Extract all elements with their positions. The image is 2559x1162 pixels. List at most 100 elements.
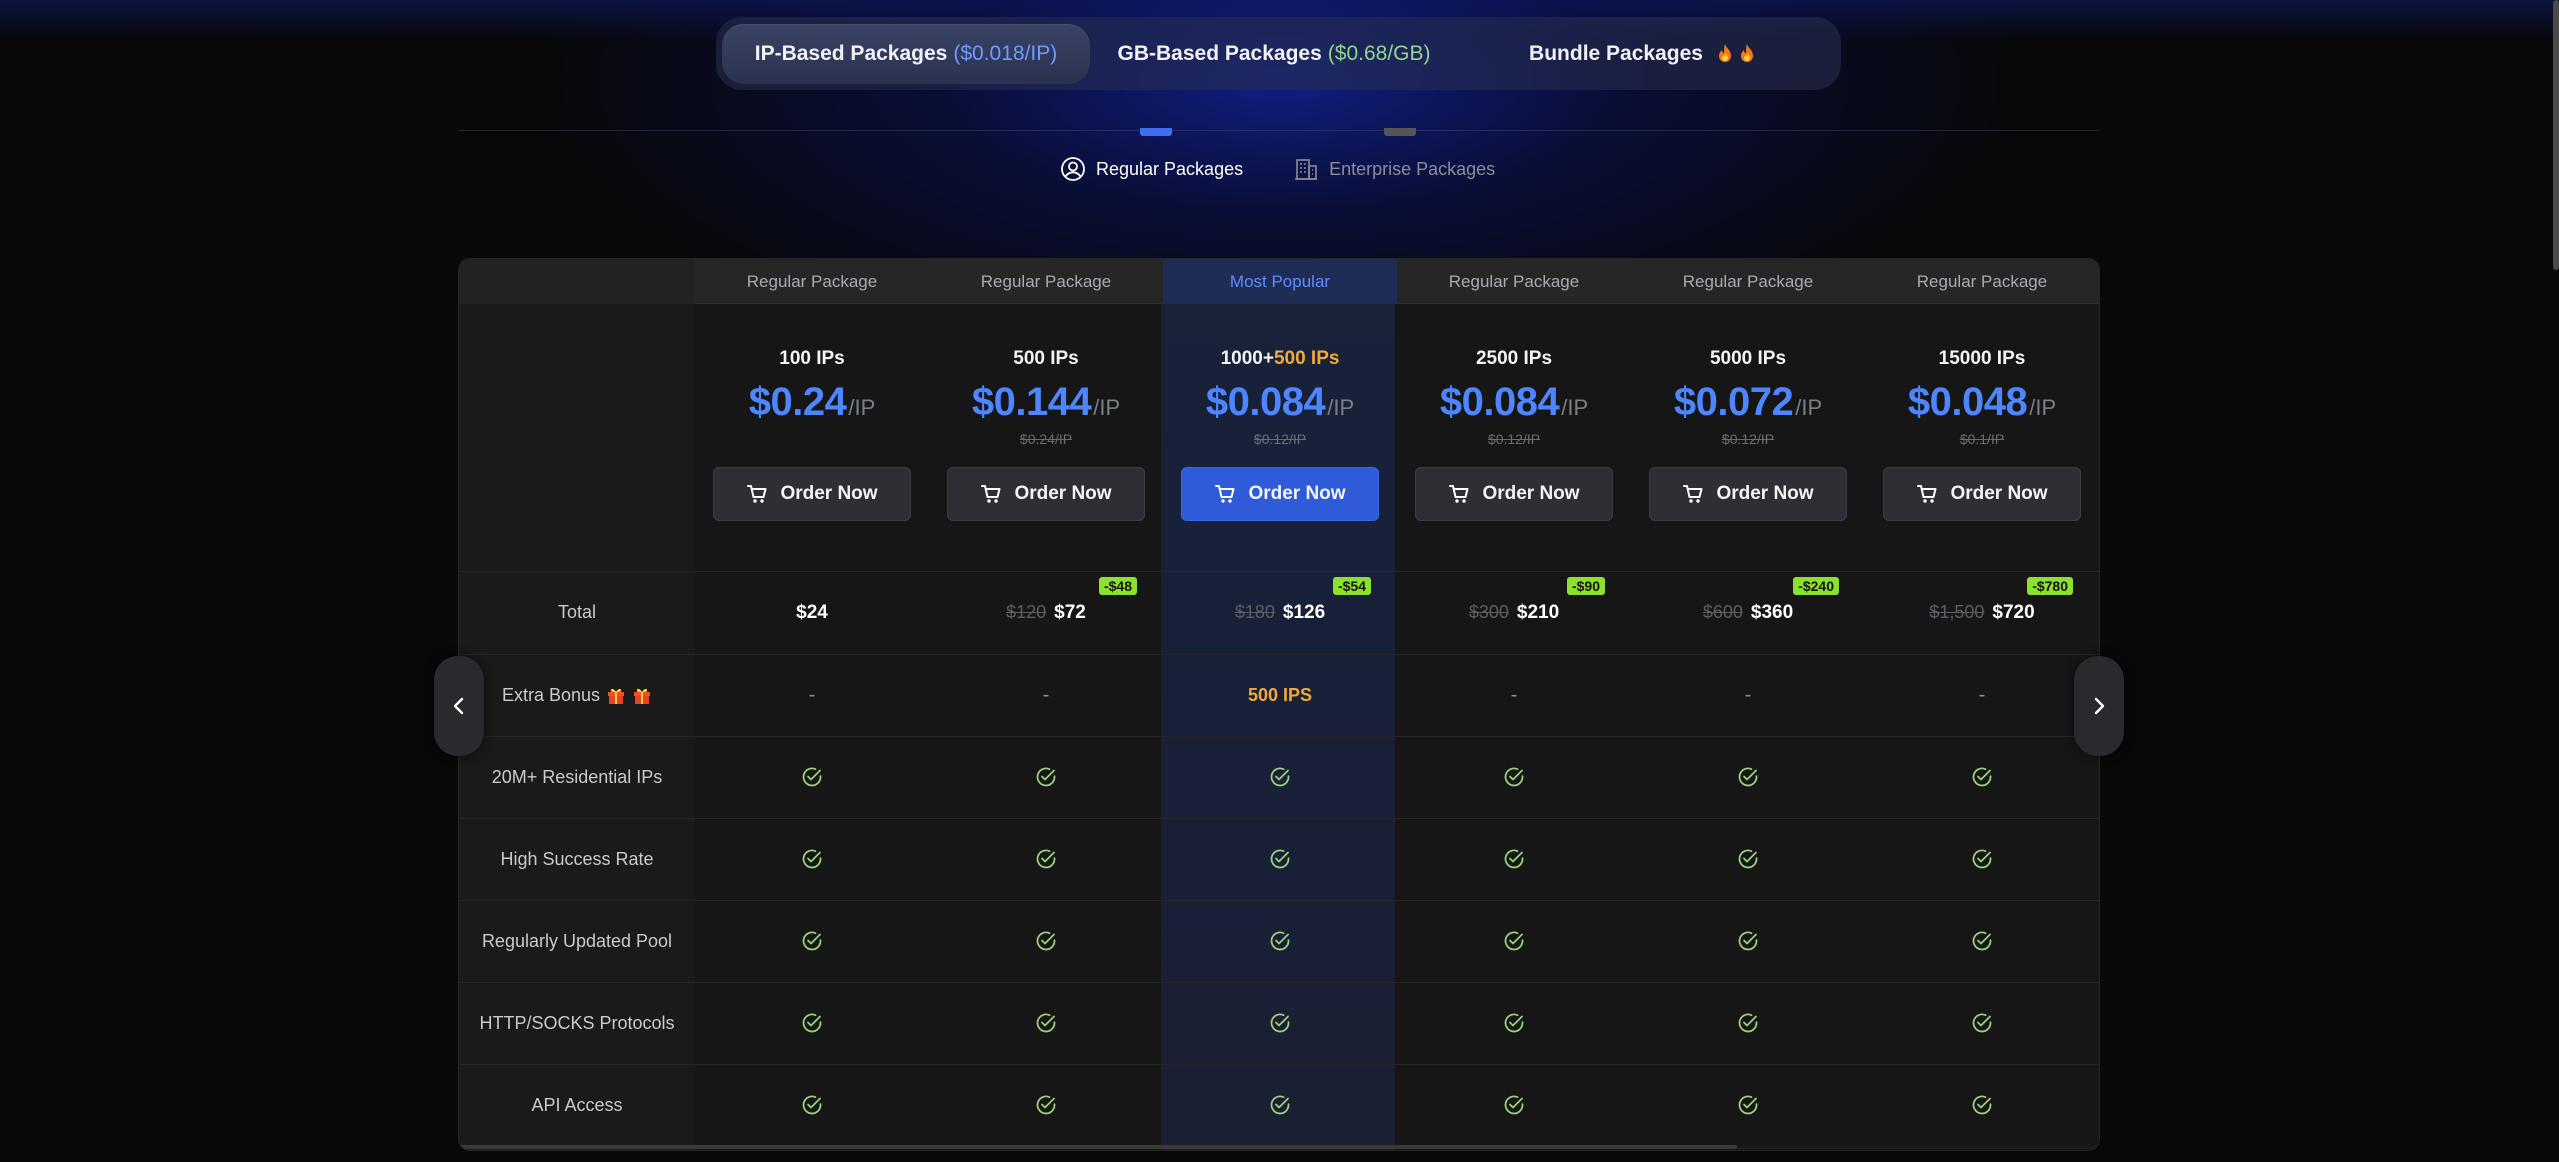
package-price: $0.072/IP (1674, 380, 1822, 425)
check-circle-icon (1738, 1013, 1758, 1033)
total-cell: $300 $210 -$90 (1397, 571, 1631, 654)
extra-bonus-cell: - (1631, 654, 1865, 736)
order-now-label: Order Now (780, 483, 878, 504)
feature-check-cell (1865, 982, 2099, 1064)
tab-enterprise-packages[interactable]: Enterprise Packages (1293, 156, 1495, 182)
check-circle-icon (1504, 1095, 1524, 1115)
row-label-feature: HTTP/SOCKS Protocols (479, 1012, 675, 1033)
check-circle-icon (802, 849, 822, 869)
check-circle-icon (1504, 849, 1524, 869)
gift-icon (608, 688, 625, 704)
chevron-left-icon (453, 697, 464, 715)
package-old-price: $0.24/IP (1019, 431, 1073, 447)
package-ips-count: 2500 IPs (1475, 348, 1553, 369)
check-circle-icon (1972, 931, 1992, 951)
sub-package-tabs: Regular Packages Enterprise Packages (1060, 154, 1495, 184)
check-circle-icon (1036, 767, 1056, 787)
order-now-button[interactable]: Order Now (713, 467, 911, 521)
extra-bonus-value: 500 IPS (1247, 684, 1313, 705)
fire-icon (1718, 43, 1731, 62)
row-label-feature: API Access (531, 1094, 623, 1115)
feature-check-cell (695, 982, 929, 1064)
tab-ip-based-label: IP-Based Packages (754, 41, 948, 65)
section-divider (458, 130, 2100, 131)
cart-icon (747, 485, 767, 503)
feature-check-cell (929, 982, 1163, 1064)
extra-bonus-value: - (1042, 683, 1050, 706)
feature-check-cell (929, 736, 1163, 818)
order-now-button[interactable]: Order Now (1649, 467, 1847, 521)
feature-check-cell (1865, 1064, 2099, 1146)
check-circle-icon (802, 931, 822, 951)
total-price: $126 (1282, 601, 1326, 623)
package-price: $0.084/IP (1206, 380, 1354, 425)
row-label-total: Total (557, 602, 597, 622)
feature-check-cell (929, 900, 1163, 982)
check-circle-icon (1504, 767, 1524, 787)
total-price: $210 (1516, 601, 1560, 623)
check-circle-icon (1036, 1013, 1056, 1033)
tab-ip-based[interactable]: IP-Based Packages ($0.018/IP) (722, 23, 1090, 84)
total-cell: $600 $360 -$240 (1631, 571, 1865, 654)
feature-check-cell (695, 736, 929, 818)
feature-check-cell (1631, 982, 1865, 1064)
package-price-unit: /IP (1795, 395, 1823, 420)
tab-bundle[interactable]: Bundle Packages (1458, 24, 1828, 84)
package-type-tabs: IP-Based Packages ($0.018/IP) GB-Based P… (716, 17, 1841, 90)
package-header: Regular Package (1916, 271, 2048, 291)
package-card: 2500 IPs $0.084/IP $0.12/IP Order Now (1397, 304, 1631, 616)
row-label-extra-bonus: Extra Bonus (459, 654, 695, 736)
package-ips: 2500 IPs (1476, 348, 1552, 370)
total-cell: $24 (695, 571, 929, 654)
package-ips-count: 5000 IPs (1709, 348, 1787, 369)
package-card: 500 IPs $0.144/IP $0.24/IP Order Now (929, 304, 1163, 616)
building-icon (1295, 159, 1318, 180)
order-now-button[interactable]: Order Now (1883, 467, 2081, 521)
order-now-label: Order Now (1950, 483, 2048, 504)
check-circle-icon (1972, 849, 1992, 869)
extra-bonus-cell: - (1865, 654, 2099, 736)
feature-check-cell (1865, 818, 2099, 900)
package-price-amount: $0.144 (971, 380, 1092, 424)
prev-arrow-button[interactable] (434, 656, 484, 756)
order-now-label: Order Now (1716, 483, 1814, 504)
extra-bonus-cell: 500 IPS (1163, 654, 1397, 736)
horizontal-scrollbar-thumb[interactable] (459, 1145, 1737, 1149)
package-price: $0.24/IP (749, 380, 876, 425)
feature-check-cell (695, 818, 929, 900)
feature-check-cell (1865, 736, 2099, 818)
cart-icon (1917, 485, 1937, 503)
order-now-label: Order Now (1014, 483, 1112, 504)
order-now-button[interactable]: Order Now (1415, 467, 1613, 521)
feature-check-cell (695, 900, 929, 982)
check-circle-icon (802, 767, 822, 787)
tab-gb-based[interactable]: GB-Based Packages ($0.68/GB) (1090, 24, 1458, 84)
savings-badge: -$48 (1098, 577, 1137, 595)
tab-gb-based-label: GB-Based Packages (1117, 41, 1322, 65)
order-now-button[interactable]: Order Now (947, 467, 1145, 521)
feature-check-cell (1163, 900, 1397, 982)
package-ips: 1000+500 IPs (1221, 348, 1340, 370)
package-price: $0.048/IP (1908, 380, 2056, 425)
check-circle-icon (1738, 931, 1758, 951)
package-header: Regular Package (746, 271, 878, 291)
package-ips: 100 IPs (779, 348, 845, 370)
total-cell: $1,500 $720 -$780 (1865, 571, 2099, 654)
total-price: $24 (796, 601, 828, 623)
package-ips: 15000 IPs (1939, 348, 2026, 370)
check-circle-icon (802, 1095, 822, 1115)
gift-icon (634, 688, 651, 704)
page-scrollbar[interactable] (2553, 0, 2559, 270)
feature-check-cell (1163, 982, 1397, 1064)
package-ips: 5000 IPs (1710, 348, 1786, 370)
feature-check-cell (1397, 736, 1631, 818)
total-cell: $120 $72 -$48 (929, 571, 1163, 654)
tab-regular-packages[interactable]: Regular Packages (1060, 156, 1243, 182)
feature-check-cell (1631, 900, 1865, 982)
feature-check-cell (1397, 818, 1631, 900)
extra-bonus-cell: - (1397, 654, 1631, 736)
order-now-button[interactable]: Order Now (1181, 467, 1379, 521)
extra-bonus-value: - (1978, 683, 1986, 706)
check-circle-icon (1036, 931, 1056, 951)
next-arrow-button[interactable] (2074, 656, 2124, 756)
